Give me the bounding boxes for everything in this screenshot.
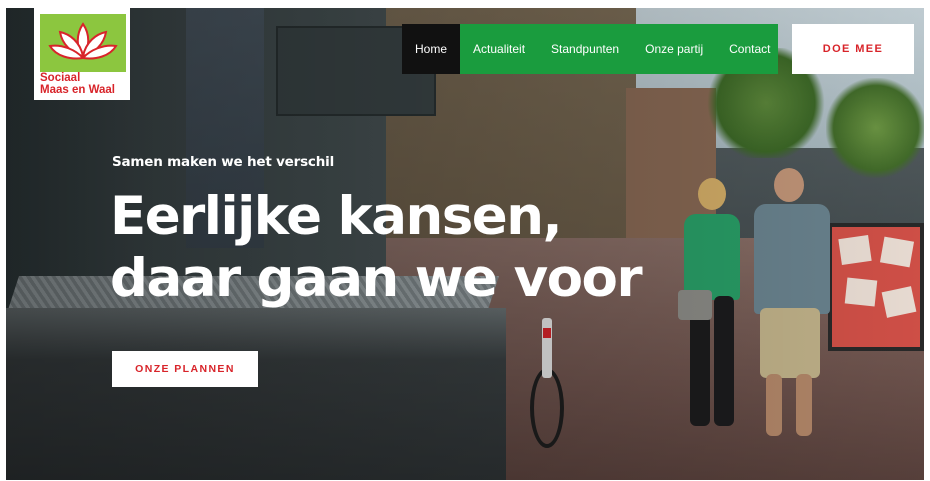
nav-item-actualiteit[interactable]: Actualiteit (460, 24, 538, 74)
logo-line-1: Sociaal (40, 72, 81, 84)
nav-item-onze-partij[interactable]: Onze partij (632, 24, 716, 74)
logo-text: Sociaal Maas en Waal (40, 72, 126, 96)
hero-headline-line-2: daar gaan we voor (110, 248, 643, 309)
hero-headline: Eerlijke kansen, daar gaan we voor (110, 186, 710, 310)
hero-headline-line-1: Eerlijke kansen, (110, 186, 563, 247)
lotus-flower-icon (40, 14, 126, 72)
onze-plannen-button[interactable]: ONZE PLANNEN (112, 351, 258, 387)
nav-item-contact[interactable]: Contact (716, 24, 783, 74)
nav-item-standpunten[interactable]: Standpunten (538, 24, 632, 74)
site-logo[interactable]: Sociaal Maas en Waal (34, 8, 130, 100)
doe-mee-button[interactable]: DOE MEE (792, 24, 914, 74)
nav-item-home[interactable]: Home (402, 24, 461, 74)
logo-line-2: Maas en Waal (40, 84, 115, 96)
main-navigation: Home Actualiteit Standpunten Onze partij… (402, 24, 778, 74)
hero-tagline: Samen maken we het verschil (112, 154, 334, 170)
